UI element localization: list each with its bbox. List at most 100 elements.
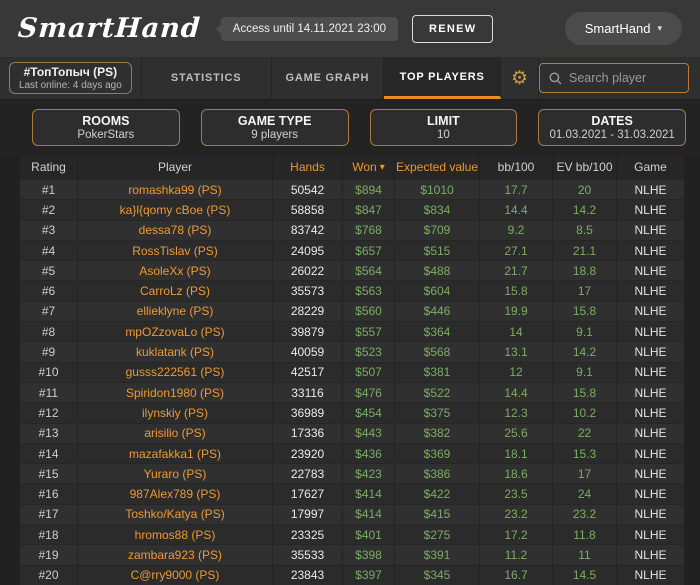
- table-row: #17 Toshko/Katya (PS) 17997 $414 $415 23.2 23.…: [20, 503, 684, 525]
- cell-game: NLHE: [617, 321, 684, 341]
- cell-ev-bb100: 9.1: [553, 321, 617, 342]
- cell-player[interactable]: 987Alex789 (PS): [78, 483, 273, 504]
- column-header-expected-value[interactable]: Expected value: [395, 155, 480, 179]
- cell-game: NLHE: [617, 463, 684, 483]
- cell-rating: #18: [20, 524, 78, 545]
- column-header-won[interactable]: Won ▾: [343, 155, 395, 179]
- search-icon: [549, 72, 562, 84]
- cell-player[interactable]: gusss222561 (PS): [78, 361, 273, 382]
- cell-game: NLHE: [617, 381, 684, 402]
- tab-top-players[interactable]: TOP PLAYERS: [384, 57, 502, 99]
- cell-hands: 26022: [273, 260, 343, 281]
- cell-player[interactable]: mpOZzovaLo (PS): [78, 321, 273, 342]
- column-header-won-label: Won: [352, 160, 377, 174]
- table-row: #2 ka}l{qomy cBoe (PS) 58858 $847 $834 14.4 14…: [20, 199, 684, 220]
- cell-player[interactable]: arisilio (PS): [78, 422, 273, 443]
- cell-ev-bb100: 24: [553, 483, 617, 504]
- column-header-player[interactable]: Player: [78, 155, 273, 179]
- nav-bar: #ТопТопыч (PS) Last online: 4 days ago S…: [0, 57, 700, 100]
- cell-won: $476: [343, 381, 395, 403]
- table-row: #10 gusss222561 (PS) 42517 $507 $381 12 9.1 NLH…: [20, 361, 684, 382]
- cell-player[interactable]: Yuraro (PS): [78, 463, 273, 484]
- cell-expected: $1010: [395, 179, 480, 200]
- table-row: #11 Spiridon1980 (PS) 33116 $476 $522 14.4 15.…: [20, 381, 684, 403]
- cell-expected: $381: [395, 361, 480, 382]
- cell-ev-bb100: 17: [553, 280, 617, 301]
- cell-bb100: 27.1: [480, 239, 553, 261]
- sort-desc-icon: ▾: [379, 161, 385, 173]
- cell-bb100: 14: [480, 321, 553, 342]
- table-header-row: Rating Player Hands Won ▾ Expected value…: [20, 155, 684, 179]
- cell-bb100: 18.1: [480, 442, 553, 464]
- settings-gear-icon[interactable]: ⚙: [501, 57, 540, 99]
- table-row: #7 ellieklyne (PS) 28229 $560 $446 19.9 15.8 NL…: [20, 300, 684, 322]
- cell-expected: $391: [395, 544, 480, 565]
- cell-hands: 17627: [273, 483, 343, 504]
- cell-player[interactable]: zambara923 (PS): [78, 544, 273, 565]
- column-header-game[interactable]: Game: [617, 155, 684, 179]
- cell-bb100: 14.4: [480, 381, 553, 403]
- column-header-rating[interactable]: Rating: [20, 155, 78, 179]
- cell-player[interactable]: ka}l{qomy cBoe (PS): [78, 199, 273, 220]
- cell-game: NLHE: [617, 199, 684, 219]
- table-row: #9 kuklatank (PS) 40059 $523 $568 13.1 14.2 NLH…: [20, 341, 684, 362]
- cell-player[interactable]: ilynskiy (PS): [78, 402, 273, 423]
- cell-bb100: 18.6: [480, 463, 553, 484]
- cell-rating: #1: [20, 179, 78, 200]
- column-header-ev-bb100[interactable]: EV bb/100: [553, 155, 617, 179]
- filter-value: 9 players: [251, 129, 298, 141]
- filter-rooms[interactable]: ROOMS PokerStars: [32, 109, 180, 146]
- cell-player[interactable]: Toshko/Katya (PS): [78, 503, 273, 525]
- cell-player[interactable]: CarroLz (PS): [78, 280, 273, 301]
- filter-limit[interactable]: LIMIT 10: [369, 109, 518, 146]
- cell-player[interactable]: C@rry9000 (PS): [78, 564, 273, 585]
- search-box[interactable]: [539, 63, 690, 93]
- cell-ev-bb100: 15.8: [553, 300, 617, 322]
- player-tab-last-online: Last online: 4 days ago: [18, 80, 122, 91]
- cell-player[interactable]: romashka99 (PS): [78, 179, 273, 200]
- tab-game-graph[interactable]: GAME GRAPH: [272, 57, 385, 99]
- cell-hands: 33116: [273, 381, 343, 403]
- cell-player[interactable]: RossTislav (PS): [78, 239, 273, 261]
- cell-hands: 24095: [273, 239, 343, 261]
- cell-game: NLHE: [617, 402, 684, 422]
- filter-game-type[interactable]: GAME TYPE 9 players: [200, 109, 349, 146]
- cell-game: NLHE: [617, 179, 684, 199]
- cell-game: NLHE: [617, 422, 684, 443]
- cell-rating: #19: [20, 544, 78, 565]
- cell-rating: #20: [20, 564, 78, 585]
- cell-game: NLHE: [617, 524, 684, 544]
- cell-game: NLHE: [617, 564, 684, 585]
- account-menu-button[interactable]: SmartHand ▾: [564, 12, 682, 45]
- cell-expected: $415: [395, 503, 480, 525]
- cell-bb100: 12.3: [480, 402, 553, 423]
- nav-player-tab[interactable]: #ТопТопыч (PS) Last online: 4 days ago: [0, 57, 142, 99]
- search-input[interactable]: [569, 71, 680, 85]
- column-header-bb100[interactable]: bb/100: [480, 155, 553, 179]
- tab-statistics[interactable]: STATISTICS: [142, 57, 272, 99]
- filter-label: GAME TYPE: [237, 114, 312, 128]
- cell-ev-bb100: 17: [553, 463, 617, 484]
- cell-won: $768: [343, 219, 395, 240]
- cell-player[interactable]: kuklatank (PS): [78, 341, 273, 362]
- cell-player[interactable]: Spiridon1980 (PS): [78, 381, 273, 403]
- cell-player[interactable]: mazafakka1 (PS): [78, 442, 273, 464]
- cell-player[interactable]: ellieklyne (PS): [78, 300, 273, 322]
- filter-dates[interactable]: DATES 01.03.2021 - 31.03.2021: [538, 109, 686, 146]
- cell-game: NLHE: [617, 361, 684, 382]
- cell-expected: $275: [395, 524, 480, 545]
- column-header-hands[interactable]: Hands: [273, 155, 343, 179]
- table-row: #5 AsoleXx (PS) 26022 $564 $488 21.7 18.8 NLHE: [20, 260, 684, 281]
- cell-hands: 22783: [273, 463, 343, 484]
- cell-won: $401: [343, 524, 395, 545]
- cell-player[interactable]: hromos88 (PS): [78, 524, 273, 545]
- cell-player[interactable]: dessa78 (PS): [78, 219, 273, 240]
- cell-hands: 35533: [273, 544, 343, 565]
- table-row: #1 romashka99 (PS) 50542 $894 $1010 17.7 20 NLH…: [20, 179, 684, 200]
- cell-ev-bb100: 23.2: [553, 503, 617, 525]
- cell-expected: $709: [395, 219, 480, 240]
- renew-button[interactable]: RENEW: [412, 14, 494, 43]
- cell-game: NLHE: [617, 239, 684, 260]
- cell-player[interactable]: AsoleXx (PS): [78, 260, 273, 281]
- cell-won: $454: [343, 402, 395, 423]
